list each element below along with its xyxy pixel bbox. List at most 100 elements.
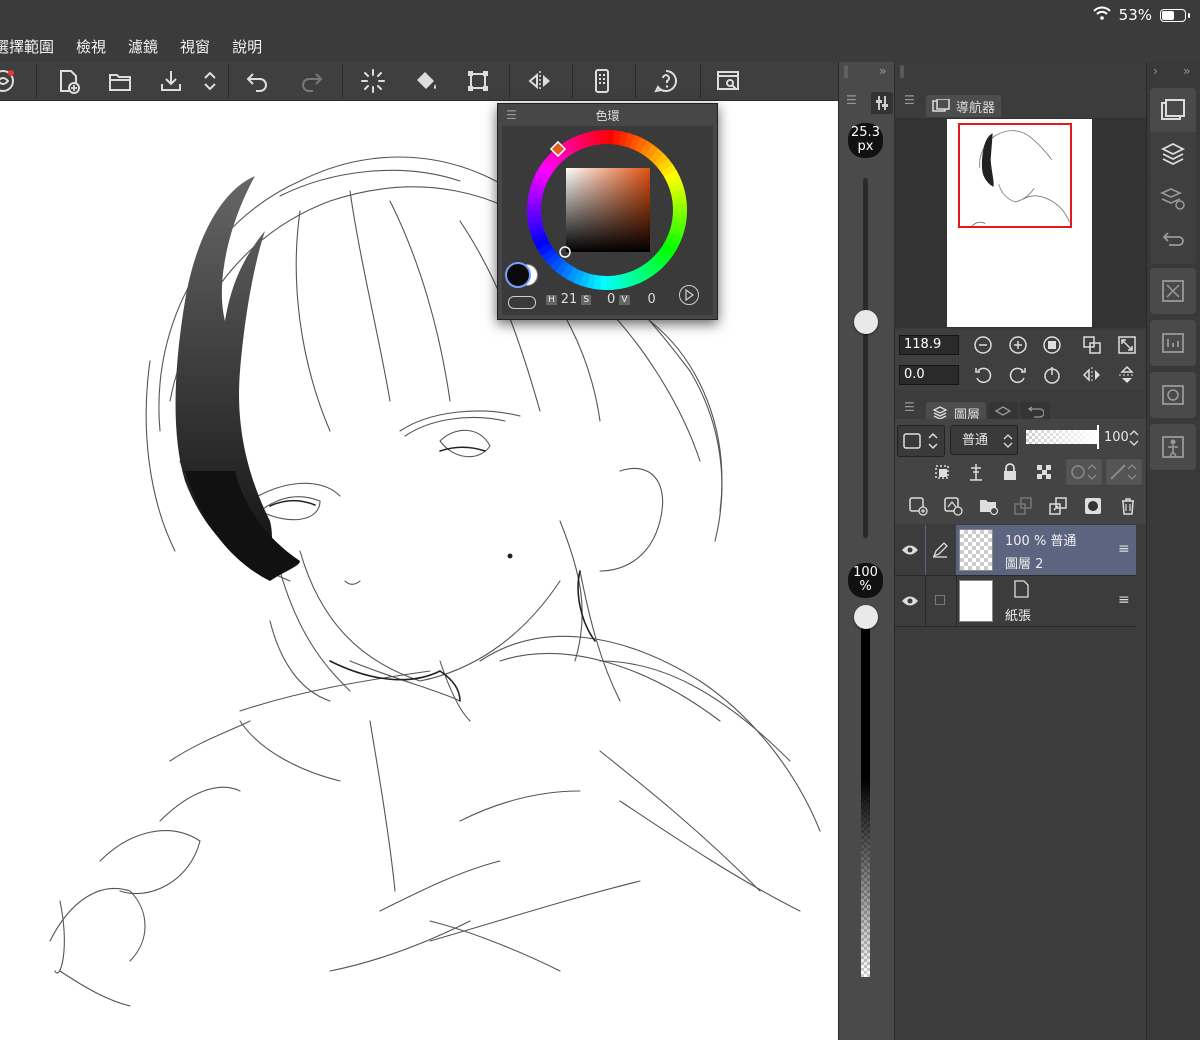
flip-vertical-icon[interactable] [1115, 363, 1139, 387]
layer-color-select[interactable] [897, 425, 945, 457]
layer-name[interactable]: 圖層 2 [1005, 553, 1043, 572]
cell-divider [956, 576, 957, 626]
new-file-icon[interactable] [53, 66, 83, 96]
navigator-panel-icon[interactable] [1150, 88, 1196, 134]
actual-size-icon[interactable] [1080, 333, 1104, 357]
collapse-handle-icon[interactable]: ‖ [899, 64, 905, 78]
brush-opacity-value[interactable]: 100 % [848, 563, 883, 598]
hue-ring-segment[interactable] [600, 129, 609, 145]
layer-opacity-knob[interactable] [1097, 425, 1099, 449]
rotate-left-icon[interactable] [971, 363, 995, 387]
history-panel-icon[interactable] [1150, 218, 1196, 264]
menu-selection[interactable]: 選擇範圍 [0, 36, 54, 57]
clip-layer-icon[interactable] [930, 460, 954, 484]
main-color-swatch[interactable] [505, 262, 531, 288]
layer-row[interactable]: 100 % 普通 圖層 2 ≡ [895, 525, 1136, 576]
create-mask-icon[interactable] [1081, 494, 1105, 518]
open-folder-icon[interactable] [105, 66, 135, 96]
new-vector-layer-icon[interactable] [941, 494, 965, 518]
chevron-right-icon[interactable]: › [1153, 64, 1158, 78]
brush-size-slider-track[interactable] [863, 178, 868, 538]
new-folder-icon[interactable] [976, 494, 1000, 518]
hsv-readout: H 21 S 0 V 0 [546, 292, 656, 307]
chevron-updown-icon[interactable] [1128, 427, 1140, 449]
pose-panel-icon[interactable] [1150, 424, 1196, 470]
navigator-view-frame[interactable] [958, 123, 1072, 228]
sub-view-panel-icon[interactable] [1150, 320, 1196, 366]
collapse-handle-icon[interactable]: ‖ [843, 64, 849, 78]
remote-icon[interactable] [587, 66, 617, 96]
layer-name[interactable]: 紙張 [1005, 605, 1031, 624]
save-icon[interactable] [156, 66, 186, 96]
stepper-icon[interactable] [195, 66, 225, 96]
zoom-field[interactable]: 118.9 [899, 335, 959, 355]
blend-mode-select[interactable]: 普通 [950, 425, 1018, 455]
material-panel-icon[interactable] [1150, 268, 1196, 314]
eye-icon[interactable] [901, 593, 919, 612]
s-value[interactable]: 0 [607, 292, 615, 307]
lock-transparency-icon[interactable] [1032, 460, 1056, 484]
menu-view[interactable]: 檢視 [76, 36, 106, 57]
layer-property-panel-icon[interactable] [1150, 176, 1196, 222]
command-bar [0, 62, 838, 101]
brush-size-tab-icon[interactable] [871, 92, 893, 114]
layer-opacity-slider[interactable] [1026, 430, 1098, 444]
flip-horizontal-icon[interactable] [1080, 363, 1104, 387]
brush-opacity-slider-knob[interactable] [854, 605, 878, 629]
lock-icon[interactable] [998, 460, 1022, 484]
undo-icon[interactable] [243, 66, 273, 96]
brush-size-value[interactable]: 25.3 px [848, 123, 883, 158]
toolbar-divider [228, 64, 229, 98]
history-icon [1027, 406, 1045, 418]
menu-filter[interactable]: 濾鏡 [128, 36, 158, 57]
brush-opacity-slider-track[interactable] [861, 617, 870, 977]
reset-rotation-icon[interactable] [1040, 363, 1064, 387]
transform-icon[interactable] [463, 66, 493, 96]
v-value[interactable]: 0 [648, 292, 656, 307]
menu-help[interactable]: 說明 [232, 36, 262, 57]
zoom-out-icon[interactable] [971, 333, 995, 357]
h-value[interactable]: 21 [561, 292, 578, 307]
merge-down-icon[interactable] [1046, 494, 1070, 518]
item-bank-panel-icon[interactable] [1150, 372, 1196, 418]
zoom-value: 118.9 [904, 337, 942, 352]
panel-menu-icon[interactable]: ☰ [904, 400, 915, 414]
expand-icon[interactable]: » [879, 64, 886, 78]
panel-menu-icon[interactable]: ☰ [904, 93, 915, 107]
ruler-toggle-icon[interactable] [1106, 459, 1142, 485]
brush-size-slider-knob[interactable] [854, 310, 878, 334]
mask-toggle-icon[interactable] [1066, 459, 1102, 485]
panel-menu-icon[interactable]: ☰ [846, 93, 857, 107]
menu-window[interactable]: 視窗 [180, 36, 210, 57]
expand-icon[interactable]: » [1183, 64, 1190, 78]
layers-panel-icon[interactable] [1150, 132, 1196, 178]
delete-layer-icon[interactable] [1116, 494, 1140, 518]
redo-icon[interactable] [296, 66, 326, 96]
pencil-icon[interactable] [931, 541, 949, 563]
new-raster-layer-icon[interactable] [906, 494, 930, 518]
transparent-color-toggle[interactable] [508, 296, 536, 309]
drag-handle-icon[interactable]: ≡ [1118, 541, 1130, 557]
eye-icon[interactable] [901, 542, 919, 561]
settings-icon[interactable] [713, 66, 743, 96]
reference-layer-icon[interactable] [964, 460, 988, 484]
fill-icon[interactable] [411, 66, 441, 96]
transfer-down-icon[interactable] [1011, 494, 1035, 518]
drag-handle-icon[interactable]: ≡ [1118, 592, 1130, 608]
layer-checkbox[interactable] [935, 595, 945, 605]
fit-screen-icon[interactable] [1040, 333, 1064, 357]
flip-horizontal-icon[interactable] [525, 66, 555, 96]
app-logo-icon[interactable] [0, 66, 18, 96]
help-icon[interactable] [651, 66, 681, 96]
navigator-tab[interactable]: 導航器 [926, 95, 1002, 117]
layer-opacity-value[interactable]: 100 [1104, 430, 1129, 445]
rotate-right-icon[interactable] [1006, 363, 1030, 387]
loading-spinner-icon[interactable] [358, 66, 388, 96]
layer-row[interactable]: 紙張 ≡ [895, 576, 1136, 627]
fit-window-icon[interactable] [1115, 333, 1139, 357]
status-area: 53% [1092, 6, 1190, 24]
play-icon[interactable] [679, 285, 699, 305]
rotate-field[interactable]: 0.0 [899, 365, 959, 385]
zoom-in-icon[interactable] [1006, 333, 1030, 357]
chevron-updown-icon [1003, 434, 1013, 448]
